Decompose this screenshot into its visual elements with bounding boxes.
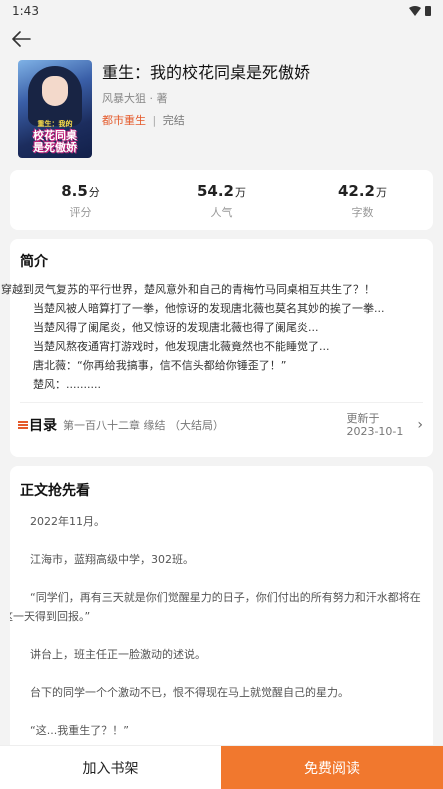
book-author: 风暴大狙 · 著 [102,92,168,105]
status-icons [409,6,431,16]
update-label: 更新于 [346,412,380,425]
book-info: 重生：我的校花同桌是死傲娇 风暴大狙 · 著 都市重生 | 完结 [102,60,310,160]
stat-rating: 8.5分 评分 [10,170,151,230]
intro-line: 当楚风得了阑尾炎，他又惊讶的发现唐北薇也得了阑尾炎... [33,321,319,334]
intro-card: 简介 穿越到灵气复苏的平行世界，楚风意外和自己的青梅竹马同桌相互共生了？！ 当楚… [1,239,433,457]
chevron-right-icon: › [417,417,423,433]
preview-text: 2022年11月。 江海市，蓝翔高级中学，302班。 “同学们，再有三天就是你们… [10,512,433,740]
intro-line: 当楚风熬夜通宵打游戏时，他发现唐北薇竟然也不能睡觉了... [33,340,330,353]
cover-figure-face [42,76,68,106]
status-bar: 1:43 [0,0,443,22]
preview-paragraph: 2022年11月。 [30,515,105,528]
stat-label: 评分 [69,206,92,219]
stat-value: 42.2 [337,182,375,200]
wifi-icon [409,6,421,16]
update-info: 更新于 2023-10-1 [346,412,403,438]
preview-paragraph: 江海市，蓝翔高级中学，302班。 [30,553,194,566]
cover-text-line3: 是死傲娇 [33,141,77,154]
cover-title-art: 重生：我的 校花同桌 是死傲娇 [20,118,90,154]
stat-word-count: 42.2万 字数 [292,170,433,230]
catalog-label: 目录 [29,418,57,434]
preview-paragraph: 台下的同学一个个激动不已，恨不得现在马上就觉醒自己的星力。 [30,686,349,699]
arrow-left-icon [12,31,31,47]
bottom-action-bar: 加入书架 免费阅读 [0,745,443,789]
preview-card: 正文抢先看 2022年11月。 江海市，蓝翔高级中学，302班。 “同学们，再有… [10,466,433,756]
list-icon [18,421,28,429]
category-tag[interactable]: 都市重生 [102,114,146,127]
stat-unit: 分 [88,186,100,199]
latest-chapter: 第一百八十二章 缘结 （大结局） [63,419,224,432]
book-cover[interactable]: 重生：我的 校花同桌 是死傲娇 [18,60,92,158]
stats-card: 8.5分 评分 54.2万 人气 42.2万 字数 [10,170,433,230]
preview-paragraph: 讲台上，班主任正一脸激动的述说。 [30,648,206,661]
intro-title: 简介 [20,254,48,270]
preview-paragraph: “同学们，再有三天就是你们觉醒星力的日子，你们付出的所有努力和汗水都将在这一天得… [10,591,421,623]
intro-line: 穿越到灵气复苏的平行世界，楚风意外和自己的青梅竹马同桌相互共生了？！ [1,283,375,296]
catalog-row[interactable]: 目录 第一百八十二章 缘结 （大结局） 更新于 2023-10-1 › [10,403,433,447]
back-button[interactable] [8,28,34,50]
stat-value: 54.2 [196,182,234,200]
status-time: 1:43 [12,4,39,18]
stat-value: 8.5 [61,182,88,200]
stat-popularity: 54.2万 人气 [151,170,292,230]
preview-title: 正文抢先看 [20,483,90,499]
intro-line: 唐北薇：“你再给我搞事，信不信头都给你锤歪了！” [33,359,287,372]
update-date: 2023-10-1 [346,425,404,438]
intro-text: 穿越到灵气复苏的平行世界，楚风意外和自己的青梅竹马同桌相互共生了？！ 当楚风被人… [1,280,433,394]
preview-paragraph: “这...我重生了？！” [30,724,129,737]
status-tag: 完结 [162,114,185,127]
intro-line: 楚风：.......... [33,378,101,391]
intro-line: 当楚风被人暗算打了一拳，他惊讶的发现唐北薇也莫名其妙的挨了一拳... [33,302,385,315]
stat-label: 字数 [351,206,374,219]
stat-label: 人气 [210,206,233,219]
stat-unit: 万 [376,186,387,199]
book-tags: 都市重生 | 完结 [102,112,310,128]
tag-separator: | [152,114,157,127]
battery-icon [425,6,431,16]
book-title: 重生：我的校花同桌是死傲娇 [102,63,311,82]
add-to-shelf-button[interactable]: 加入书架 [0,746,221,789]
book-header: 重生：我的 校花同桌 是死傲娇 重生：我的校花同桌是死傲娇 风暴大狙 · 著 都… [18,60,428,160]
stat-unit: 万 [235,186,246,199]
free-read-button[interactable]: 免费阅读 [221,746,443,789]
